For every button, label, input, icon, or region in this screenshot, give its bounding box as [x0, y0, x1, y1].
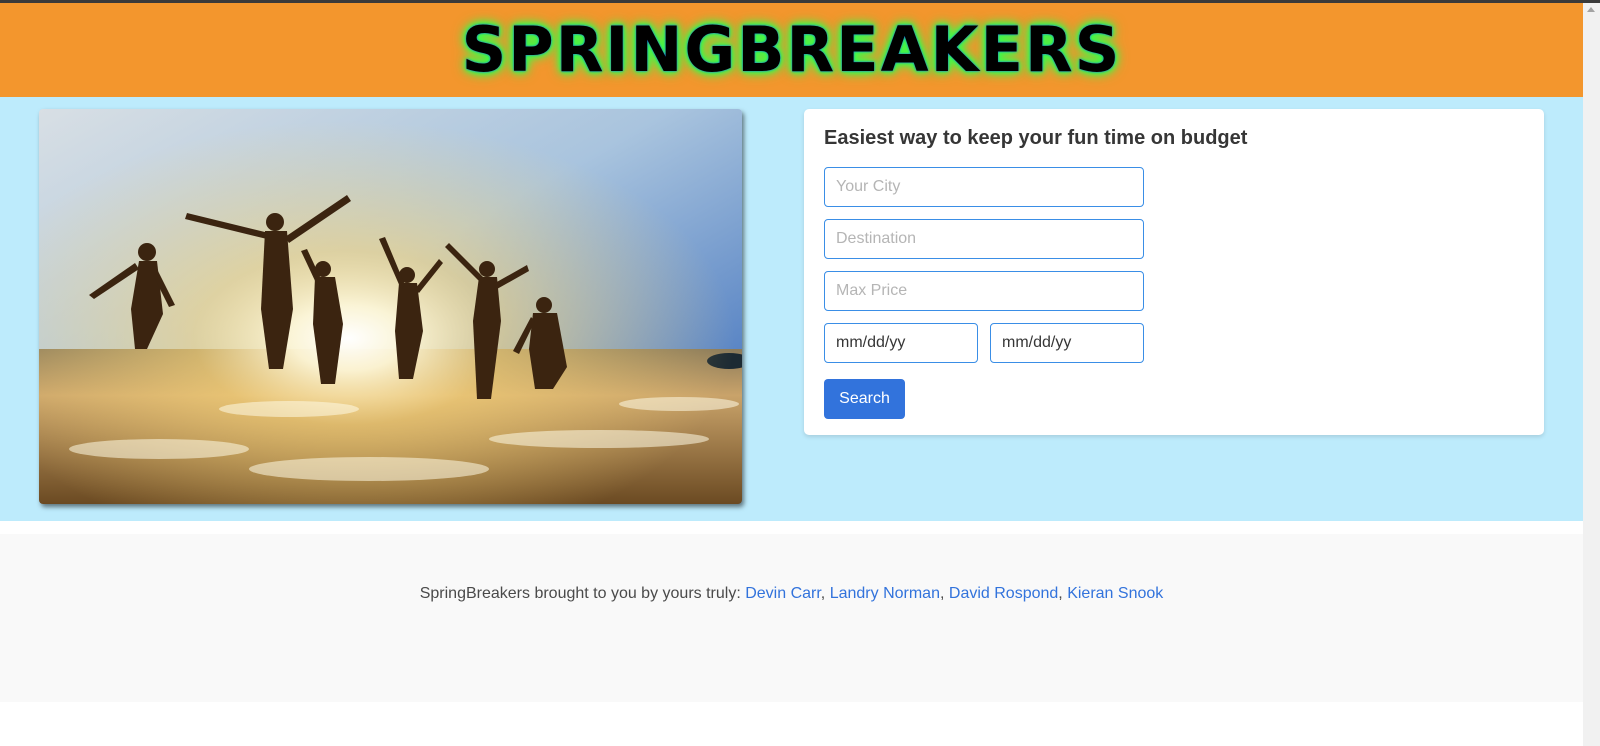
credits-text: SpringBreakers brought to you by yours t… [0, 585, 1583, 603]
end-date-input[interactable] [990, 323, 1144, 363]
your-city-input[interactable] [824, 167, 1144, 207]
author-link-david-rospond[interactable]: David Rospond [949, 585, 1058, 602]
hero-section: Easiest way to keep your fun time on bud… [0, 97, 1583, 521]
author-link-landry-norman[interactable]: Landry Norman [830, 585, 940, 602]
site-header: SPRINGBREAKERS [0, 3, 1583, 97]
author-separator: , [820, 585, 826, 602]
author-separator: , [1058, 585, 1063, 602]
search-card: Easiest way to keep your fun time on bud… [804, 109, 1544, 435]
destination-input[interactable] [824, 219, 1144, 259]
vertical-scrollbar[interactable] [1583, 3, 1600, 746]
credits-prefix: SpringBreakers brought to you by yours t… [419, 585, 741, 602]
site-footer: SpringBreakers brought to you by yours t… [0, 534, 1583, 702]
scroll-up-arrow-icon[interactable] [1587, 7, 1595, 12]
author-link-devin-carr[interactable]: Devin Carr [745, 585, 821, 602]
start-date-input[interactable] [824, 323, 978, 363]
search-card-title: Easiest way to keep your fun time on bud… [824, 127, 1248, 149]
search-button[interactable]: Search [824, 379, 905, 419]
author-link-kieran-snook[interactable]: Kieran Snook [1067, 585, 1163, 602]
hero-image [39, 109, 742, 504]
max-price-input[interactable] [824, 271, 1144, 311]
author-separator: , [939, 585, 945, 602]
site-logo[interactable]: SPRINGBREAKERS [0, 13, 1583, 87]
beach-photo-illustration [39, 109, 742, 504]
